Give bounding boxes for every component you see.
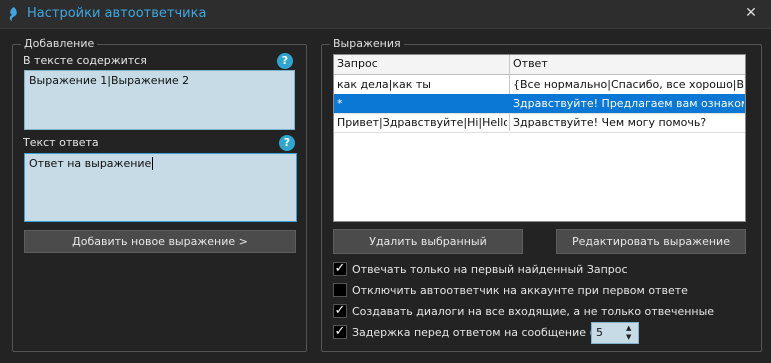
option-label: Создавать диалоги на все входящие, а не … (352, 305, 715, 318)
column-header-query[interactable]: Запрос (337, 57, 378, 70)
title-bar: Настройки автоответчика ✕ (0, 0, 771, 29)
add-expression-button[interactable]: Добавить новое выражение > (24, 230, 296, 253)
cell-answer: Здравствуйте! Чем могу помочь? (513, 116, 707, 129)
window-title: Настройки автоответчика (27, 6, 207, 21)
add-group: Добавление В тексте содержится ? Выражен… (12, 37, 307, 352)
contains-label: В тексте содержится (23, 54, 147, 67)
reply-label: Текст ответа (23, 136, 99, 149)
cell-answer: Здравствуйте! Предлагаем вам ознакомитьс… (513, 97, 744, 110)
table-row[interactable]: как дела|как ты {Все нормально|Спасибо, … (334, 75, 745, 95)
help-icon[interactable]: ? (277, 53, 293, 69)
delay-spinbox[interactable]: 5 ▲ ▼ (591, 322, 639, 344)
option-label: Задержка перед ответом на сообщение (сек… (352, 326, 618, 339)
contains-field-value: Выражение 1|Выражение 2 (29, 74, 190, 87)
option-checkbox-disable-on-first[interactable] (333, 283, 347, 297)
cell-query: * (337, 97, 343, 110)
option-label: Отключить автоответчик на аккаунте при п… (352, 284, 688, 297)
close-icon: ✕ (745, 5, 757, 21)
close-button[interactable]: ✕ (736, 3, 766, 23)
expressions-group-title: Выражения (330, 37, 404, 50)
table-row[interactable]: * Здравствуйте! Предлагаем вам ознакомит… (334, 94, 745, 114)
column-header-answer[interactable]: Ответ (513, 57, 548, 70)
help-icon[interactable]: ? (279, 135, 295, 151)
cell-answer: {Все нормально|Спасибо, все хорошо|Все о… (513, 78, 744, 91)
dialog-body: Добавление В тексте содержится ? Выражен… (0, 28, 771, 363)
option-checkbox-first-only[interactable]: ✓ (333, 262, 347, 276)
reply-field[interactable]: Ответ на выражение (24, 153, 297, 222)
table-header: Запрос Ответ (334, 55, 745, 75)
option-checkbox-create-dialogs[interactable]: ✓ (333, 304, 347, 318)
delete-selected-button[interactable]: Удалить выбранный (333, 229, 523, 254)
option-checkbox-delay[interactable]: ✓ (333, 325, 347, 339)
chevron-up-icon[interactable]: ▲ (626, 324, 636, 333)
cell-query: как дела|как ты (337, 78, 431, 91)
chevron-down-icon[interactable]: ▼ (626, 333, 636, 342)
table-row[interactable]: Привет|Здравствуйте|Hi|Hello Здравствуйт… (334, 113, 745, 133)
option-label: Отвечать только на первый найденный Запр… (352, 263, 628, 276)
expressions-table[interactable]: Запрос Ответ как дела|как ты {Все нормал… (333, 54, 746, 222)
cell-query: Привет|Здравствуйте|Hi|Hello (337, 116, 507, 129)
add-group-title: Добавление (21, 37, 98, 50)
edit-expression-button[interactable]: Редактировать выражение (556, 229, 746, 254)
reply-field-value: Ответ на выражение (29, 157, 152, 170)
contains-field[interactable]: Выражение 1|Выражение 2 (24, 70, 295, 130)
delay-value: 5 (596, 326, 603, 339)
spin-arrows[interactable]: ▲ ▼ (626, 324, 636, 342)
app-icon (9, 7, 17, 21)
